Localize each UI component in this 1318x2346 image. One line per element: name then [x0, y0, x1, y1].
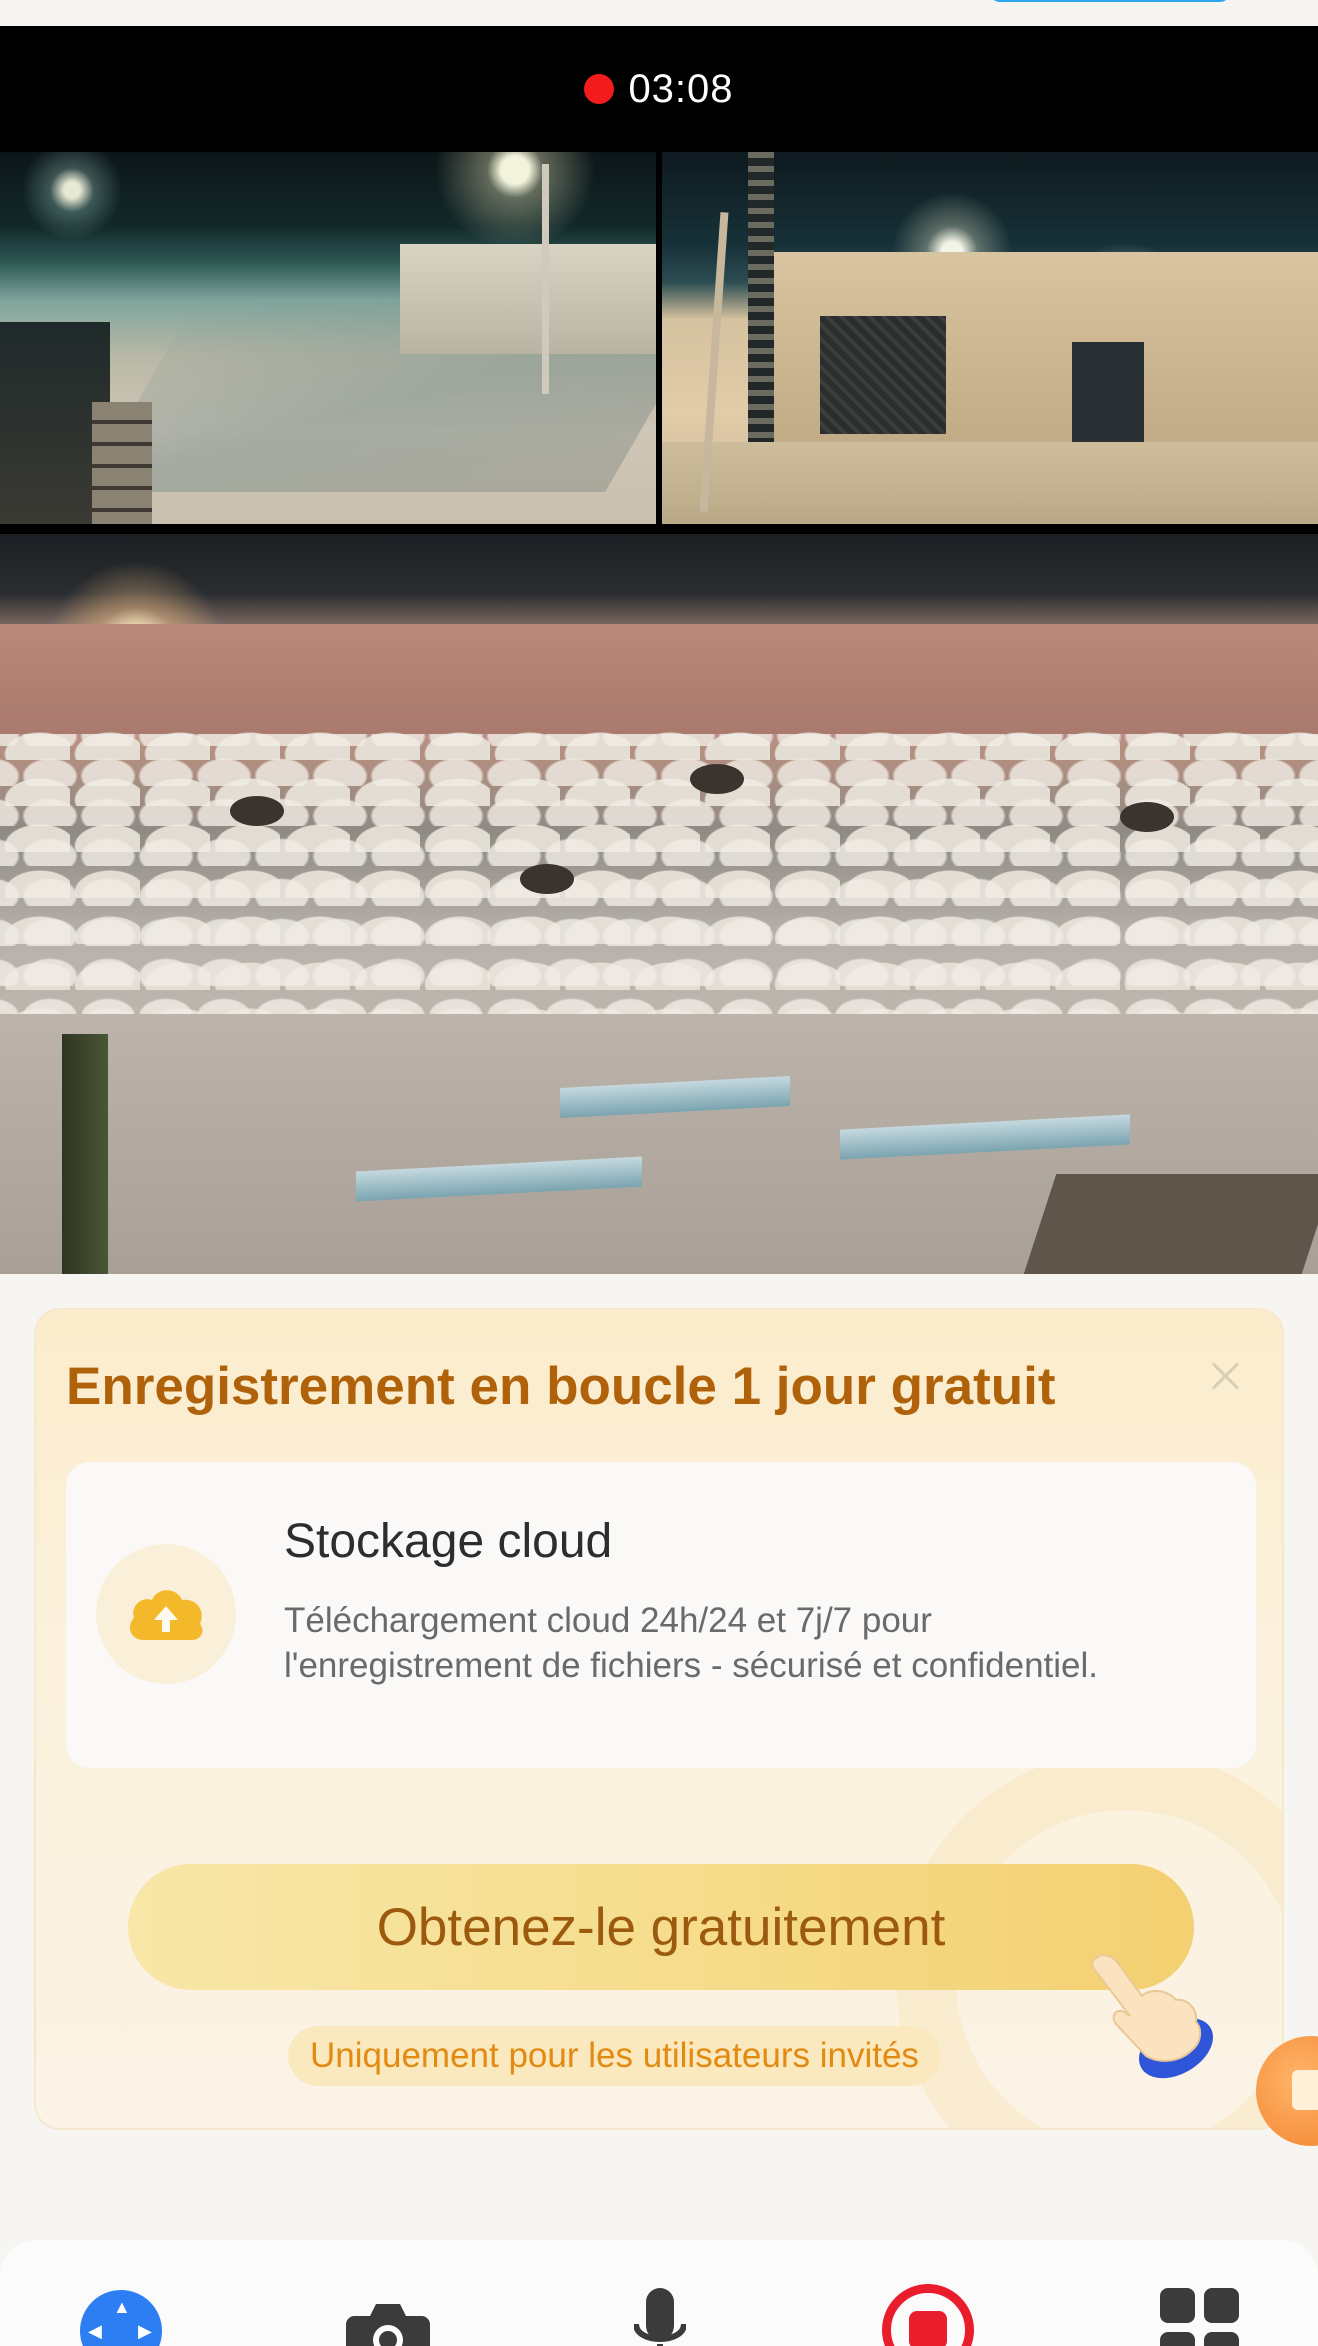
recording-bar: 03:08	[0, 26, 1318, 152]
top-strip	[0, 0, 1318, 26]
bottom-toolbar: ▲ ▼ ◀ ▶	[0, 2240, 1318, 2346]
recording-dot-icon	[584, 74, 615, 104]
camera-feed-building[interactable]	[662, 152, 1318, 524]
cloud-upload-icon	[96, 1544, 236, 1684]
close-icon[interactable]	[1206, 1356, 1246, 1396]
grid-icon[interactable]	[1160, 2288, 1240, 2346]
feature-title: Stockage cloud	[284, 1515, 613, 1568]
move-arrows-icon[interactable]: ▲ ▼ ◀ ▶	[80, 2290, 162, 2346]
camera-feed-street[interactable]	[0, 152, 656, 524]
microphone-icon[interactable]	[633, 2288, 687, 2346]
top-tab-indicator	[990, 0, 1230, 2]
camera-feed-sheep-pen[interactable]	[0, 534, 1318, 1274]
invited-users-note: Uniquement pour les utilisateurs invités	[288, 2026, 941, 2086]
camera-feeds	[0, 152, 1318, 1274]
promo-title: Enregistrement en boucle 1 jour gratuit	[66, 1357, 1056, 1416]
promo-card: Enregistrement en boucle 1 jour gratuit …	[34, 1308, 1284, 2130]
camera-icon[interactable]	[346, 2296, 430, 2346]
get-free-button[interactable]: Obtenez-le gratuitement	[128, 1864, 1194, 1990]
record-stop-icon[interactable]	[882, 2284, 974, 2346]
recording-timer: 03:08	[628, 66, 734, 111]
feature-box: Stockage cloud Téléchargement cloud 24h/…	[66, 1462, 1256, 1768]
feature-description: Téléchargement cloud 24h/24 et 7j/7 pour…	[284, 1601, 1099, 1685]
app-screen: 03:08 Enregistrement en boucle 1 jour gr…	[0, 0, 1318, 2346]
pointing-hand-icon	[1076, 1938, 1226, 2088]
